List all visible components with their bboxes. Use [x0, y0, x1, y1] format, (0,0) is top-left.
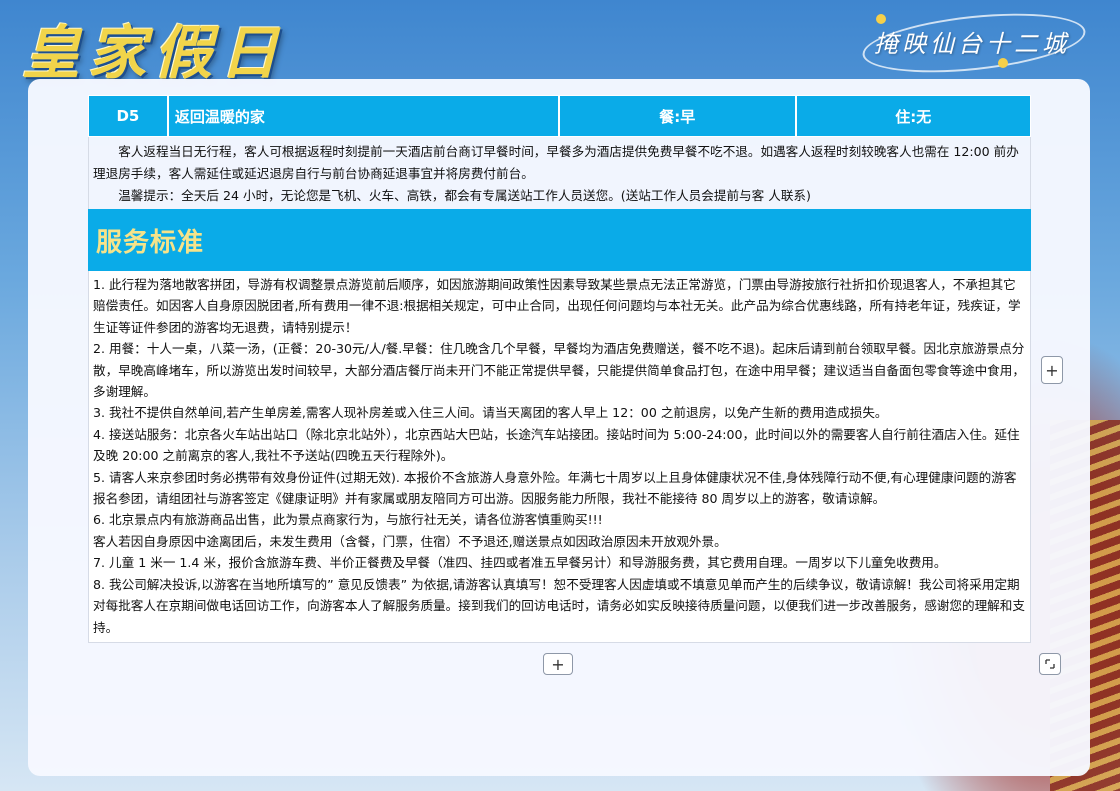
resize-corner-button[interactable]: [1039, 653, 1061, 675]
service-item: 4. 接送站服务：北京各火车站出站口（除北京北站外），北京西站大巴站，长途汽车站…: [93, 426, 1020, 464]
day-header-row: D5 返回温暖的家 餐:早 住:无: [88, 95, 1031, 137]
service-item: 8. 我公司解决投诉,以游客在当地所填写的” 意见反馈表” 为依据,请游客认真填…: [93, 576, 1025, 635]
content-panel: D5 返回温暖的家 餐:早 住:无 客人返程当日无行程，客人可根据返程时刻提前一…: [28, 79, 1090, 776]
slogan-text: 掩映仙台十二城: [874, 30, 1070, 58]
slogan-dot-decoration: [998, 58, 1008, 68]
day-description: 客人返程当日无行程，客人可根据返程时刻提前一天酒店前台商订早餐时间，早餐多为酒店…: [88, 137, 1031, 209]
day-title: 返回温暖的家: [168, 96, 560, 136]
slogan-badge: 掩映仙台十二城: [859, 4, 1092, 82]
service-standard-list: 1. 此行程为落地散客拼团，导游有权调整景点游览前后顺序，如因旅游期间政策性因素…: [88, 271, 1031, 643]
service-standard-title: 服务标准: [96, 227, 205, 258]
slogan-dot-decoration: [876, 14, 886, 24]
expand-right-button[interactable]: +: [1041, 356, 1063, 384]
day-description-paragraph: 客人返程当日无行程，客人可根据返程时刻提前一天酒店前台商订早餐时间，早餐多为酒店…: [93, 144, 1019, 181]
expand-bottom-button[interactable]: +: [543, 653, 573, 675]
plus-icon: +: [1045, 360, 1059, 380]
service-item: 6. 北京景点内有旅游商品出售，此为景点商家行为，与旅行社无关，请各位游客慎重购…: [93, 512, 603, 528]
day-tip-paragraph: 温馨提示：全天后 24 小时，无论您是飞机、火车、高铁，都会有专属送站工作人员送…: [118, 188, 811, 203]
service-item: 2. 用餐：十人一桌，八菜一汤，(正餐：20-30元/人/餐.早餐：住几晚含几个…: [93, 341, 1025, 400]
service-item: 客人若因自身原因中途离团后，未发生费用（含餐，门票，住宿）不予退还,赠送景点如因…: [93, 533, 727, 549]
day-stay: 住:无: [796, 96, 1030, 136]
brand-logo: 皇家假日: [22, 19, 287, 87]
service-item: 5. 请客人来京参团时务必携带有效身份证件(过期无效). 本报价不含旅游人身意外…: [93, 469, 1017, 507]
itinerary-content: D5 返回温暖的家 餐:早 住:无 客人返程当日无行程，客人可根据返程时刻提前一…: [88, 95, 1031, 643]
day-number: D5: [89, 96, 169, 136]
service-item: 7. 儿童 1 米一 1.4 米，报价含旅游车费、半价正餐费及早餐（准四、挂四或…: [93, 555, 947, 571]
service-item: 3. 我社不提供自然单间,若产生单房差,需客人现补房差或入住三人间。请当天离团的…: [93, 405, 888, 421]
service-item: 1. 此行程为落地散客拼团，导游有权调整景点游览前后顺序，如因旅游期间政策性因素…: [93, 277, 1021, 335]
service-standard-header: 服务标准: [88, 209, 1031, 271]
plus-icon: +: [551, 654, 565, 674]
day-meal: 餐:早: [560, 96, 797, 136]
resize-icon: [1045, 659, 1055, 669]
